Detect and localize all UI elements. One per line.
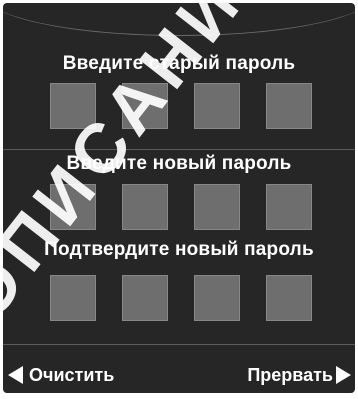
cancel-softkey-label: Прервать — [247, 365, 333, 385]
old-password-digit-1[interactable] — [50, 83, 96, 129]
new-password-label: Введите новый пароль — [66, 153, 292, 174]
new-password-digit-1[interactable] — [50, 184, 96, 230]
confirm-password-label: Подтвердите новый пароль — [44, 239, 314, 260]
softkey-bar: Очистить Прервать — [3, 359, 355, 393]
confirm-password-digit-3[interactable] — [194, 275, 240, 321]
section-divider — [3, 149, 355, 150]
confirm-password-digit-4[interactable] — [266, 275, 312, 321]
triangle-left-icon — [8, 366, 23, 384]
old-password-label: Введите старый пароль — [62, 53, 296, 74]
clear-softkey[interactable]: Очистить — [8, 365, 114, 386]
confirm-password-digit-2[interactable] — [122, 275, 168, 321]
new-password-digit-2[interactable] — [122, 184, 168, 230]
top-arc-decoration — [3, 3, 355, 36]
old-password-digit-4[interactable] — [266, 83, 312, 129]
new-password-digit-3[interactable] — [194, 184, 240, 230]
old-password-digit-3[interactable] — [194, 83, 240, 129]
softkey-divider — [3, 344, 355, 345]
clear-softkey-label: Очистить — [29, 365, 115, 385]
old-password-digit-2[interactable] — [122, 83, 168, 129]
cancel-softkey[interactable]: Прервать — [247, 365, 351, 386]
change-password-screen: Введите старый пароль Введите новый паро… — [3, 3, 355, 393]
triangle-right-icon — [336, 366, 351, 384]
confirm-password-digit-1[interactable] — [50, 275, 96, 321]
new-password-digit-4[interactable] — [266, 184, 312, 230]
